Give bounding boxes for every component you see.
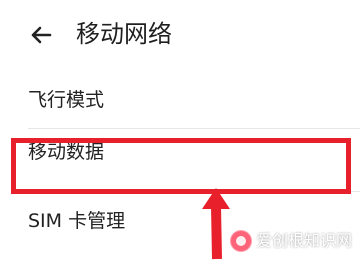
site-watermark: 爱创根知识网 [229,227,352,255]
watermark-suffix: 知识网 [303,231,352,250]
list-divider [28,191,360,192]
settings-item-label-sim-card-management: SIM 卡管理 [28,210,126,232]
page-title: 移动网络 [76,20,172,48]
settings-item-airplane-mode[interactable]: 飞行模式 [0,70,360,128]
watermark-logo-icon [229,230,252,252]
top-app-bar: 移动网络 [0,0,360,70]
settings-item-label-airplane-mode: 飞行模式 [28,89,105,111]
watermark-brand: 爱创根 [255,231,304,250]
watermark-text: 爱创根知识网 [256,231,352,251]
list-divider [28,128,360,129]
back-arrow-icon[interactable] [26,20,56,50]
settings-item-mobile-data[interactable]: 移动数据 [0,130,360,188]
settings-item-label-mobile-data: 移动数据 [28,141,105,163]
